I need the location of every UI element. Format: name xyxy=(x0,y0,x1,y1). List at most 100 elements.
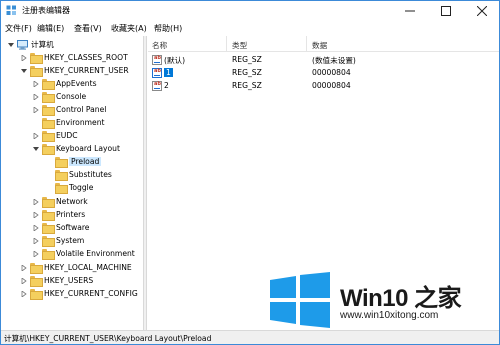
tree-label: Software xyxy=(56,223,90,232)
value-row[interactable]: ab (默认) REG_SZ (数值未设置) xyxy=(148,54,499,67)
tree-node-software[interactable]: Software xyxy=(32,221,89,234)
expand-icon[interactable] xyxy=(32,211,40,219)
tree-node-hkcr[interactable]: HKEY_CLASSES_ROOT xyxy=(20,51,128,64)
string-value-icon: ab xyxy=(152,55,162,65)
column-header-data[interactable]: 数据 xyxy=(312,40,327,51)
expand-icon[interactable] xyxy=(20,277,28,285)
column-header-type[interactable]: 类型 xyxy=(232,40,247,51)
expand-icon[interactable] xyxy=(32,198,40,206)
expand-icon[interactable] xyxy=(32,132,40,140)
tree-node-toggle[interactable]: Toggle xyxy=(45,181,93,194)
expand-icon[interactable] xyxy=(20,290,28,298)
tree-node-hklm[interactable]: HKEY_LOCAL_MACHINE xyxy=(20,261,132,274)
folder-icon xyxy=(30,66,43,77)
tree-label: Environment xyxy=(56,118,105,127)
pane-splitter[interactable] xyxy=(144,36,147,330)
folder-icon xyxy=(42,79,55,90)
tree-node-control-panel[interactable]: Control Panel xyxy=(32,103,106,116)
value-name: (默认) xyxy=(164,56,186,65)
expand-icon[interactable] xyxy=(32,250,40,258)
value-name: 2 xyxy=(164,81,169,90)
folder-icon xyxy=(42,118,55,129)
value-data: (数值未设置) xyxy=(312,56,356,65)
folder-icon xyxy=(42,223,55,234)
folder-icon xyxy=(55,170,68,181)
tree-node-preload[interactable]: Preload xyxy=(45,155,102,168)
column-divider[interactable] xyxy=(226,36,227,52)
tree-label: Control Panel xyxy=(56,105,107,114)
maximize-button[interactable] xyxy=(429,1,463,21)
tree-label: 计算机 xyxy=(31,40,54,49)
folder-open-icon xyxy=(55,157,68,168)
value-name[interactable]: 1 xyxy=(164,68,173,77)
minimize-button[interactable] xyxy=(393,1,427,21)
tree-node-eudc[interactable]: EUDC xyxy=(32,129,78,142)
tree-label: HKEY_CURRENT_USER xyxy=(44,66,129,75)
menu-edit[interactable]: 编辑(E) xyxy=(37,23,64,34)
value-type: REG_SZ xyxy=(232,55,262,64)
tree-label: HKEY_CURRENT_CONFIG xyxy=(44,289,138,298)
expand-icon[interactable] xyxy=(20,54,28,62)
tree-label: Printers xyxy=(56,210,86,219)
expand-icon[interactable] xyxy=(32,237,40,245)
close-button[interactable] xyxy=(465,1,499,21)
column-divider[interactable] xyxy=(306,36,307,52)
folder-icon xyxy=(30,276,43,287)
window-title: 注册表编辑器 xyxy=(22,6,70,15)
title-bar[interactable]: 注册表编辑器 xyxy=(1,1,499,21)
tree-label: HKEY_CLASSES_ROOT xyxy=(44,53,128,62)
tree-node-volatile-environment[interactable]: Volatile Environment xyxy=(32,247,135,260)
folder-icon xyxy=(42,131,55,142)
folder-icon xyxy=(30,289,43,300)
collapse-icon[interactable] xyxy=(7,41,15,49)
status-bar: 计算机\HKEY_CURRENT_USER\Keyboard Layout\Pr… xyxy=(1,330,499,344)
menu-view[interactable]: 查看(V) xyxy=(74,23,102,34)
tree-label: Toggle xyxy=(69,183,94,192)
column-header-name[interactable]: 名称 xyxy=(152,40,167,51)
menu-file[interactable]: 文件(F) xyxy=(5,23,32,34)
computer-icon xyxy=(17,39,28,50)
expand-icon[interactable] xyxy=(32,106,40,114)
expand-icon[interactable] xyxy=(32,80,40,88)
expand-icon[interactable] xyxy=(20,264,28,272)
tree-node-console[interactable]: Console xyxy=(32,90,86,103)
value-type: REG_SZ xyxy=(232,68,262,77)
tree-node-appevents[interactable]: AppEvents xyxy=(32,77,97,90)
menu-help[interactable]: 帮助(H) xyxy=(154,23,182,34)
tree-node-hkcc[interactable]: HKEY_CURRENT_CONFIG xyxy=(20,287,138,300)
registry-editor-icon xyxy=(6,5,16,15)
tree-node-substitutes[interactable]: Substitutes xyxy=(45,168,112,181)
status-path: 计算机\HKEY_CURRENT_USER\Keyboard Layout\Pr… xyxy=(4,334,212,343)
list-header: 名称 类型 数据 xyxy=(148,36,499,52)
tree-node-hku[interactable]: HKEY_USERS xyxy=(20,274,93,287)
value-type: REG_SZ xyxy=(232,81,262,90)
tree-node-computer[interactable]: 计算机 xyxy=(7,38,54,51)
key-tree-pane[interactable]: 计算机 HKEY_CLASSES_ROOT HKEY_CURRENT_USER … xyxy=(1,36,144,330)
value-row-selected[interactable]: ab 1 REG_SZ 00000804 xyxy=(148,67,499,80)
minimize-icon xyxy=(405,10,415,12)
tree-node-hkcu[interactable]: HKEY_CURRENT_USER xyxy=(20,64,129,77)
watermark-url: www.win10xitong.com xyxy=(340,310,439,321)
tree-node-environment[interactable]: Environment xyxy=(32,116,105,129)
folder-icon xyxy=(42,92,55,103)
watermark-title: Win10 之家 xyxy=(340,285,462,312)
close-icon xyxy=(477,6,487,16)
menu-favorites[interactable]: 收藏夹(A) xyxy=(111,23,147,34)
folder-icon xyxy=(42,236,55,247)
folder-icon xyxy=(55,183,68,194)
value-row[interactable]: ab 2 REG_SZ 00000804 xyxy=(148,80,499,93)
collapse-icon[interactable] xyxy=(20,67,28,75)
tree-node-system[interactable]: System xyxy=(32,234,84,247)
collapse-icon[interactable] xyxy=(32,145,40,153)
string-value-icon: ab xyxy=(152,68,162,78)
expand-icon[interactable] xyxy=(32,224,40,232)
tree-node-network[interactable]: Network xyxy=(32,195,88,208)
maximize-icon xyxy=(441,6,451,16)
tree-node-printers[interactable]: Printers xyxy=(32,208,85,221)
tree-node-keyboard-layout[interactable]: Keyboard Layout xyxy=(32,142,120,155)
folder-icon xyxy=(30,53,43,64)
expand-icon[interactable] xyxy=(32,93,40,101)
menu-bar: 文件(F) 编辑(E) 查看(V) 收藏夹(A) 帮助(H) xyxy=(1,21,499,35)
